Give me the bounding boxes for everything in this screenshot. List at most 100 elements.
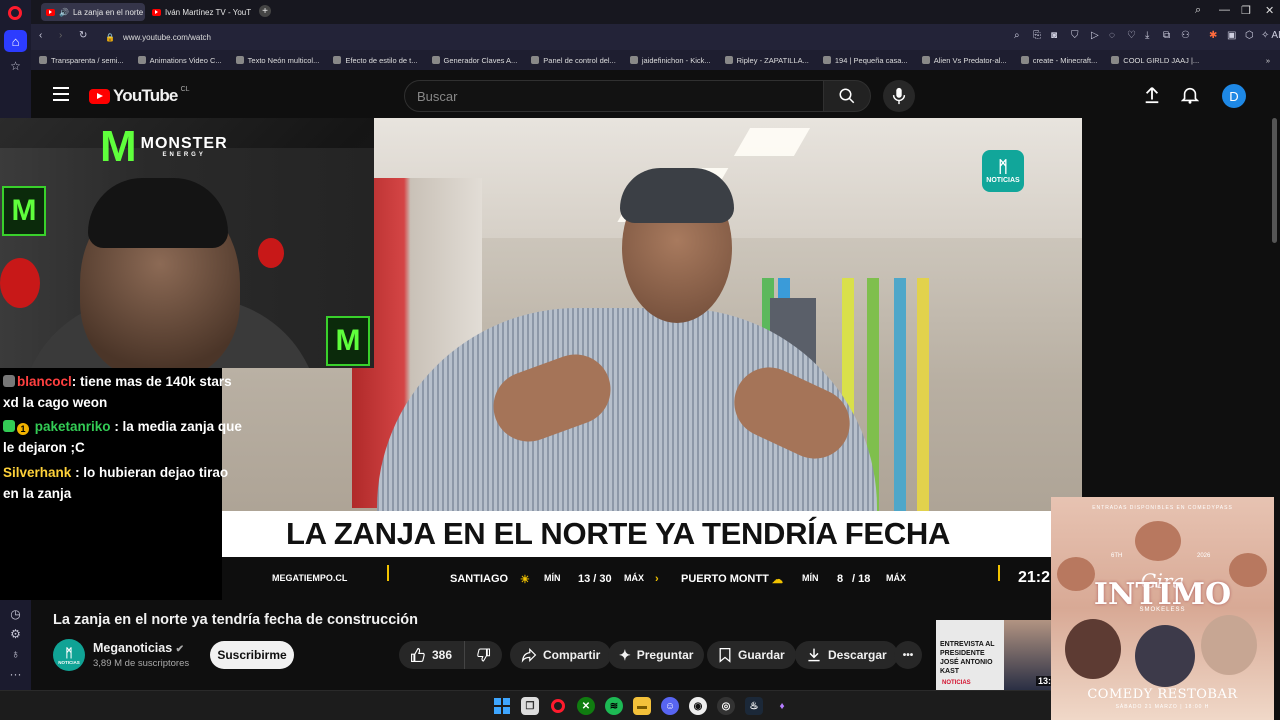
steam-icon[interactable]: ♨ xyxy=(745,697,763,715)
notifications-button[interactable] xyxy=(1179,84,1201,106)
bookmark-item[interactable]: create - Minecraft... xyxy=(1020,55,1098,65)
upload-button[interactable] xyxy=(1141,84,1163,106)
like-button[interactable]: 386 xyxy=(399,641,464,669)
url-field[interactable]: 🔒 www.youtube.com/watch xyxy=(97,28,1197,47)
download-icon xyxy=(808,648,820,662)
ad-figure xyxy=(1201,615,1257,675)
bookmark-item[interactable]: Panel de control del... xyxy=(531,56,616,65)
bookmark-item[interactable]: Transparenta / semi... xyxy=(39,56,124,65)
discord-icon[interactable]: ☺ xyxy=(661,697,679,715)
bookmark-label: create - Minecraft... xyxy=(1032,55,1098,65)
youtube-logo[interactable]: YouTube CL xyxy=(89,86,190,106)
ticker-city: PUERTO MONTT xyxy=(681,573,769,585)
maximize-icon[interactable]: ❐ xyxy=(1241,4,1251,17)
bookmark-item[interactable]: Ripley - ZAPATILLA... xyxy=(724,56,809,65)
task-view-icon[interactable]: ❐ xyxy=(521,697,539,715)
share-button[interactable]: Compartir xyxy=(510,641,612,669)
bell-icon xyxy=(1181,87,1199,104)
bookmark-item[interactable]: Alien Vs Predator-al... xyxy=(921,56,1007,65)
pin-icon[interactable]: ☆ xyxy=(0,56,31,76)
shield-icon[interactable]: ⛉ xyxy=(1071,30,1079,41)
ticker-max-label: MÁX xyxy=(886,573,906,583)
opera-logo-icon[interactable] xyxy=(8,6,22,20)
search-page-icon[interactable]: ⌕ xyxy=(1014,30,1020,41)
obs-icon[interactable]: ◉ xyxy=(689,697,707,715)
sidebar-toggle-icon[interactable]: ▣ xyxy=(1227,30,1236,41)
bookmark-item[interactable]: Texto Neón multicol... xyxy=(235,56,319,65)
bookmark-label: Generador Claves A... xyxy=(443,55,518,65)
bookmarks-overflow-icon[interactable]: » xyxy=(1266,56,1280,65)
more-actions-button[interactable]: ••• xyxy=(894,641,922,669)
dislike-button[interactable] xyxy=(464,641,502,669)
extensions-icon[interactable]: ⧉ xyxy=(1163,30,1170,41)
ticker-arrow-icon: › xyxy=(655,573,659,585)
search-input[interactable]: Buscar xyxy=(404,80,824,112)
bookmark-item[interactable]: Efecto de estilo de t... xyxy=(333,56,418,65)
home-icon[interactable]: ⌂ xyxy=(4,30,27,52)
recommended-video-thumbnail[interactable]: ENTREVISTA AL PRESIDENTE JOSÉ ANTONIO KA… xyxy=(936,620,1051,690)
bookmark-heart-icon[interactable]: ♡ xyxy=(1127,30,1136,41)
new-tab-button[interactable]: + xyxy=(259,5,271,17)
menu-icon[interactable] xyxy=(53,87,69,101)
search-button[interactable] xyxy=(823,80,871,112)
history-icon[interactable]: ◷ xyxy=(0,604,31,624)
bookmark-item[interactable]: COOL GIRLD JAAJ |... xyxy=(1111,56,1199,65)
youtube-favicon-icon xyxy=(46,8,55,16)
ai-label: AI xyxy=(1271,30,1280,41)
ai-button[interactable]: ✧ AI xyxy=(1261,30,1280,41)
extension-icon[interactable]: ✱ xyxy=(1209,30,1217,41)
bookmark-item[interactable]: Animations Video C... xyxy=(137,56,222,65)
avatar[interactable]: D xyxy=(1222,84,1246,108)
bookmark-item[interactable]: Generador Claves A... xyxy=(431,55,518,65)
camera-icon[interactable]: ◙ xyxy=(1051,30,1057,41)
file-explorer-icon[interactable]: ▬ xyxy=(633,697,651,715)
ad-sixth: 6TH xyxy=(1111,553,1123,559)
voice-search-button[interactable] xyxy=(883,80,915,112)
xbox-icon[interactable]: ✕ xyxy=(577,697,595,715)
share-page-icon[interactable]: ⎘ xyxy=(1033,30,1041,41)
reload-icon[interactable]: ↻ xyxy=(79,30,87,41)
scrollbar[interactable] xyxy=(1272,118,1277,243)
channel-name[interactable]: Meganoticias ✔ xyxy=(93,641,184,655)
bookmark-item[interactable]: 194 | Pequeña casa... xyxy=(822,56,908,65)
tab-ivan[interactable]: Iván Martínez TV - YouTub xyxy=(147,3,251,21)
app-icon[interactable]: ◎ xyxy=(717,697,735,715)
like-count: 386 xyxy=(432,648,453,662)
chat-message: Silverhank : lo hubieran dejao tirao en … xyxy=(3,462,247,504)
forward-icon[interactable]: › xyxy=(59,30,62,41)
bookmark-label: COOL GIRLD JAAJ |... xyxy=(1123,55,1200,65)
profile-icon[interactable]: ⚇ xyxy=(1181,30,1190,41)
app-icon[interactable]: ♦ xyxy=(773,697,791,715)
save-button[interactable]: Guardar xyxy=(707,641,796,669)
download-icon[interactable]: ⤓ xyxy=(1145,30,1149,41)
more-icon[interactable]: ··· xyxy=(0,664,31,684)
opera-taskbar-icon[interactable] xyxy=(549,697,567,715)
lightbulb-icon[interactable]: ♁ xyxy=(0,644,31,664)
back-icon[interactable]: ‹ xyxy=(39,30,42,41)
minimize-icon[interactable]: — xyxy=(1219,4,1230,16)
speaker-icon: 🔊 xyxy=(59,7,69,17)
bookmark-favicon-icon xyxy=(333,56,342,64)
ask-button[interactable]: ✦ Preguntar xyxy=(608,641,705,669)
ad-date: SÁBADO 21 MARZO | 18:00 H xyxy=(1115,704,1210,710)
play-icon[interactable]: ▷ xyxy=(1091,30,1099,41)
tab-active[interactable]: 🔊 La zanja en el norte y xyxy=(41,3,145,21)
download-button[interactable]: Descargar xyxy=(795,641,898,669)
spotify-icon[interactable]: ≋ xyxy=(605,697,623,715)
close-icon[interactable]: ✕ xyxy=(1265,4,1274,17)
subscribe-button[interactable]: Suscribirme xyxy=(210,641,294,669)
wall-stripe xyxy=(917,278,929,528)
bookmark-item[interactable]: jaidefinichon - Kick... xyxy=(629,56,711,65)
search-tabs-icon[interactable]: ⌕ xyxy=(1195,4,1201,17)
channel-avatar[interactable]: ᛗ NOTICIAS xyxy=(53,639,85,671)
sync-icon[interactable]: ◌ xyxy=(1109,30,1115,41)
plush-toy xyxy=(0,258,40,308)
cube-icon[interactable]: ⬡ xyxy=(1245,30,1254,41)
ticker-time: 21:2 xyxy=(1018,569,1051,586)
address-bar: ‹ › ↻ 🔒 www.youtube.com/watch ⌕ ⎘ ◙ ⛉ ▷ … xyxy=(31,24,1280,50)
subscriber-count: 3,89 M de suscriptores xyxy=(93,658,190,669)
mega-logo-icon: ᛗ xyxy=(65,645,73,660)
monster-claw-icon: M xyxy=(100,122,137,171)
settings-icon[interactable]: ⚙ xyxy=(0,624,31,644)
windows-start-icon[interactable] xyxy=(493,697,511,715)
